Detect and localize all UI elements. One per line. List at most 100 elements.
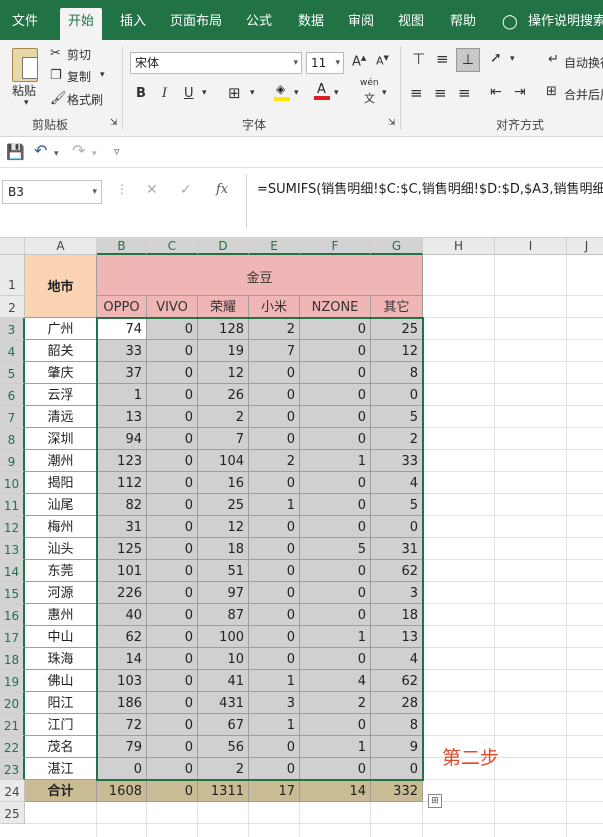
value-cell[interactable]: 0: [97, 758, 147, 780]
value-cell[interactable]: 0: [147, 692, 198, 714]
row-header[interactable]: 15: [0, 582, 25, 604]
redo-dropdown-icon[interactable]: ▾: [92, 146, 97, 162]
row-header[interactable]: 16: [0, 604, 25, 626]
row-header[interactable]: 14: [0, 560, 25, 582]
city-cell[interactable]: 茂名: [25, 736, 97, 758]
undo-icon[interactable]: ↶: [34, 143, 47, 159]
orientation-icon[interactable]: ➚: [490, 50, 502, 66]
decrease-indent-icon[interactable]: ⇤: [490, 84, 502, 100]
paste-icon[interactable]: [12, 48, 38, 82]
value-cell[interactable]: 13: [371, 626, 423, 648]
value-cell[interactable]: 0: [300, 472, 371, 494]
value-cell[interactable]: 0: [249, 384, 300, 406]
tab-review[interactable]: 审阅: [348, 0, 374, 40]
value-cell[interactable]: 7: [249, 340, 300, 362]
value-cell[interactable]: 19: [198, 340, 249, 362]
value-cell[interactable]: 31: [97, 516, 147, 538]
value-cell[interactable]: 8: [371, 714, 423, 736]
value-cell[interactable]: 226: [97, 582, 147, 604]
value-cell[interactable]: 0: [147, 604, 198, 626]
value-cell[interactable]: 62: [97, 626, 147, 648]
value-cell[interactable]: 40: [97, 604, 147, 626]
value-cell[interactable]: 0: [249, 406, 300, 428]
city-cell[interactable]: 江门: [25, 714, 97, 736]
city-cell[interactable]: 广州: [25, 318, 97, 340]
increase-indent-icon[interactable]: ⇥: [514, 84, 526, 100]
font-color-icon[interactable]: A: [314, 82, 330, 100]
city-cell[interactable]: 汕尾: [25, 494, 97, 516]
value-cell[interactable]: 0: [300, 384, 371, 406]
brand-header-cell[interactable]: 其它: [371, 296, 423, 318]
select-all-corner[interactable]: [0, 238, 25, 255]
tab-page-layout[interactable]: 页面布局: [170, 0, 222, 40]
value-cell[interactable]: 74: [97, 318, 147, 340]
value-cell[interactable]: 25: [198, 494, 249, 516]
value-cell[interactable]: 0: [147, 340, 198, 362]
worksheet-grid[interactable]: ABCDEFGHIJ 1 2 3 4 5 6 7 8 9 10 11 12 13 14 15 16 17 18 19…: [0, 238, 603, 837]
value-cell[interactable]: 0: [147, 714, 198, 736]
city-cell[interactable]: 深圳: [25, 428, 97, 450]
value-cell[interactable]: 0: [300, 648, 371, 670]
city-cell[interactable]: 中山: [25, 626, 97, 648]
redo-icon[interactable]: ↷: [72, 143, 85, 159]
value-cell[interactable]: 72: [97, 714, 147, 736]
value-cell[interactable]: 123: [97, 450, 147, 472]
value-cell[interactable]: 0: [147, 516, 198, 538]
row-header[interactable]: 25: [0, 802, 25, 824]
city-cell[interactable]: 珠海: [25, 648, 97, 670]
value-cell[interactable]: 0: [147, 538, 198, 560]
column-header[interactable]: C: [147, 238, 198, 255]
value-cell[interactable]: 25: [371, 318, 423, 340]
value-cell[interactable]: 0: [147, 384, 198, 406]
tab-data[interactable]: 数据: [298, 0, 324, 40]
cut-button[interactable]: 剪切: [67, 46, 91, 63]
value-cell[interactable]: 12: [198, 362, 249, 384]
city-cell[interactable]: 汕头: [25, 538, 97, 560]
total-label-cell[interactable]: 合计: [25, 780, 97, 802]
value-cell[interactable]: 2: [371, 428, 423, 450]
value-cell[interactable]: 0: [147, 670, 198, 692]
brand-header-cell[interactable]: NZONE: [300, 296, 371, 318]
font-launcher-icon[interactable]: ⇲: [388, 118, 396, 128]
value-cell[interactable]: 1: [249, 494, 300, 516]
value-cell[interactable]: 0: [147, 472, 198, 494]
row-header[interactable]: 20: [0, 692, 25, 714]
value-cell[interactable]: 0: [249, 648, 300, 670]
row-header[interactable]: 7: [0, 406, 25, 428]
value-cell[interactable]: 0: [300, 428, 371, 450]
quick-analysis-icon[interactable]: ⊞: [428, 794, 442, 808]
value-cell[interactable]: 0: [300, 362, 371, 384]
value-cell[interactable]: 0: [249, 736, 300, 758]
row-header[interactable]: 11: [0, 494, 25, 516]
scissors-icon[interactable]: ✂: [50, 46, 61, 62]
value-cell[interactable]: 0: [300, 406, 371, 428]
save-icon[interactable]: 💾: [6, 144, 25, 160]
column-header[interactable]: E: [249, 238, 300, 255]
borders-icon[interactable]: ⊞: [228, 84, 241, 102]
value-cell[interactable]: 0: [249, 626, 300, 648]
lightbulb-icon[interactable]: ◯: [502, 0, 518, 40]
value-cell[interactable]: 12: [198, 516, 249, 538]
copy-dropdown-icon[interactable]: ▾: [100, 70, 105, 80]
total-value-cell[interactable]: 17: [249, 780, 300, 802]
row-header[interactable]: 4: [0, 340, 25, 362]
tab-file[interactable]: 文件: [12, 0, 38, 40]
value-cell[interactable]: 0: [147, 494, 198, 516]
value-cell[interactable]: 128: [198, 318, 249, 340]
value-cell[interactable]: 0: [249, 560, 300, 582]
value-cell[interactable]: 0: [371, 384, 423, 406]
row-header[interactable]: 8: [0, 428, 25, 450]
value-cell[interactable]: 4: [371, 472, 423, 494]
city-cell[interactable]: 韶关: [25, 340, 97, 362]
value-cell[interactable]: 0: [249, 362, 300, 384]
value-cell[interactable]: 33: [97, 340, 147, 362]
align-bottom-icon[interactable]: ⊥: [456, 48, 480, 72]
value-cell[interactable]: 1: [300, 736, 371, 758]
value-cell[interactable]: 1: [300, 626, 371, 648]
row-header[interactable]: 3: [0, 318, 25, 340]
column-header[interactable]: G: [371, 238, 423, 255]
copy-button[interactable]: 复制: [67, 68, 91, 85]
value-cell[interactable]: 125: [97, 538, 147, 560]
value-cell[interactable]: 67: [198, 714, 249, 736]
row-header[interactable]: 19: [0, 670, 25, 692]
